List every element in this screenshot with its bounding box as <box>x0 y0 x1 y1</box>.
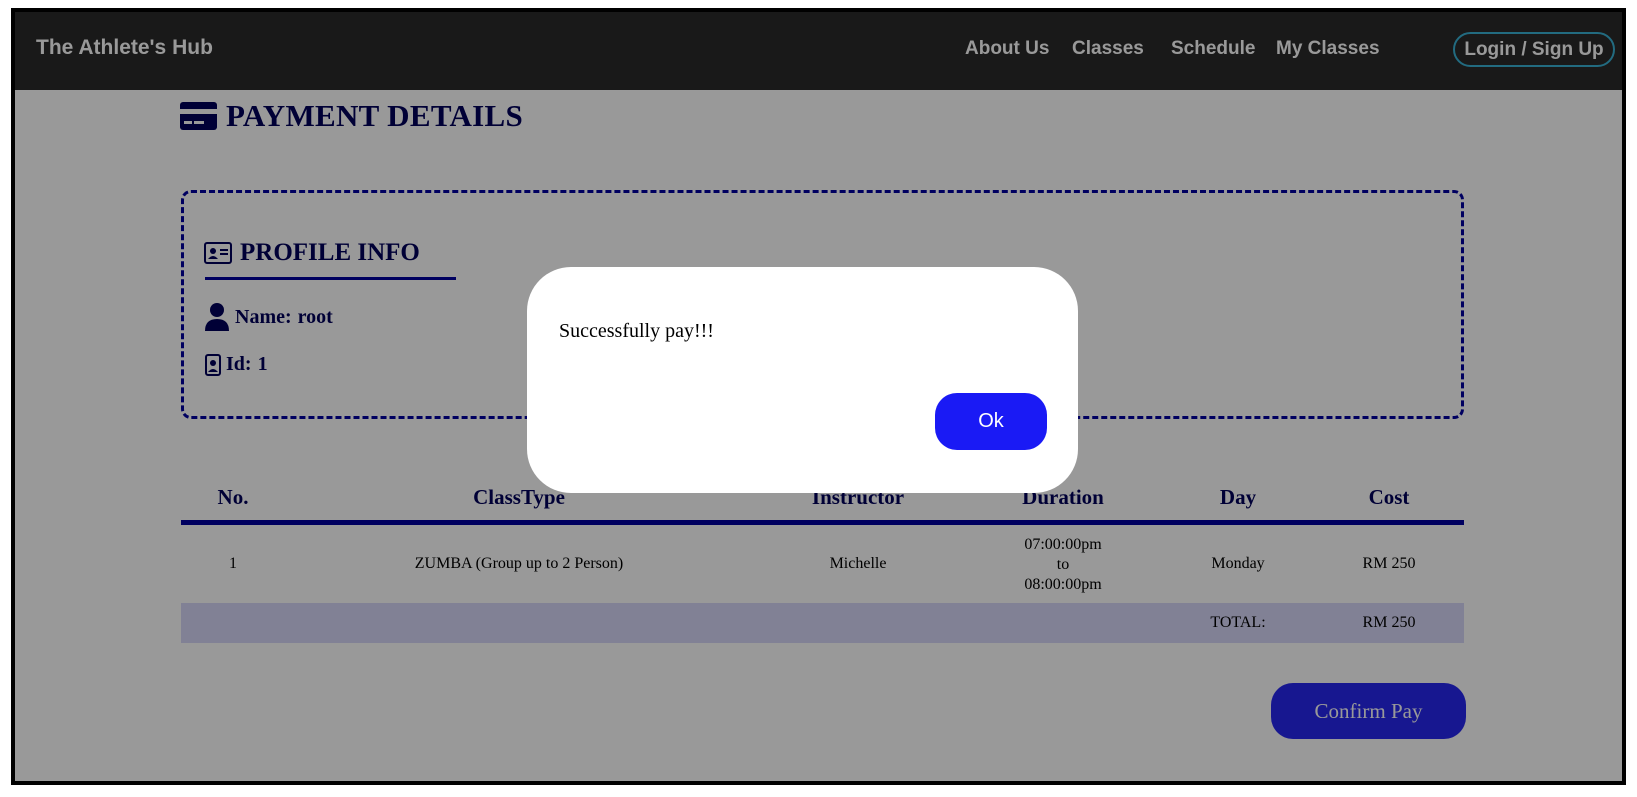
ok-button[interactable]: Ok <box>935 393 1047 450</box>
dialog-message: Successfully pay!!! <box>559 320 714 342</box>
browser-viewport: The Athlete's Hub About Us Classes Sched… <box>11 8 1626 785</box>
alert-dialog: Successfully pay!!! Ok <box>527 267 1078 493</box>
modal-backdrop[interactable]: Successfully pay!!! Ok <box>15 12 1622 781</box>
